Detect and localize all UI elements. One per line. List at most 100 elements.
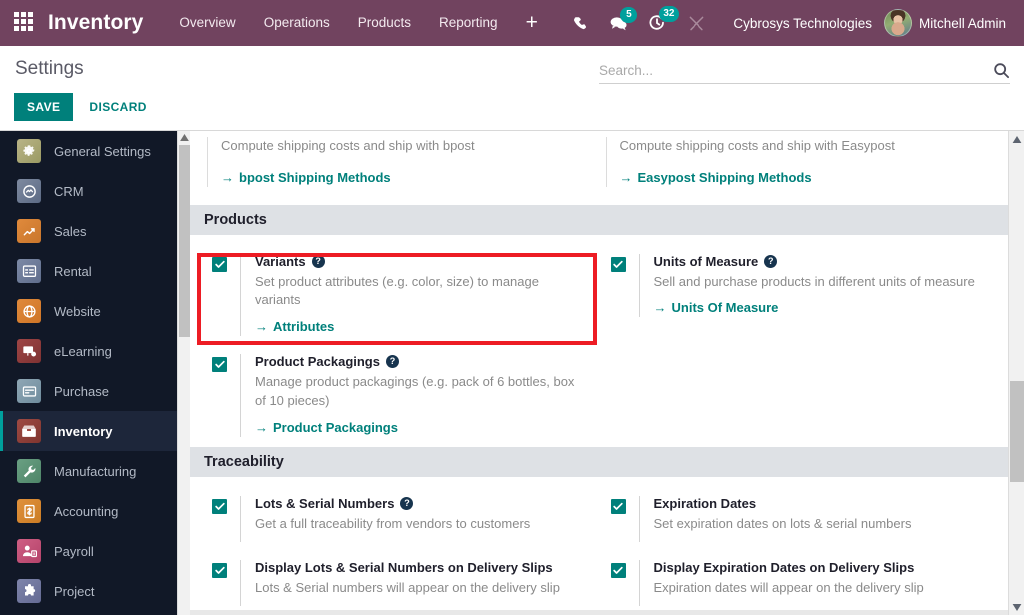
checkbox-expiration-dates[interactable]: [611, 499, 626, 514]
apps-grid-icon[interactable]: [14, 12, 36, 34]
sidebar-item-elearning[interactable]: eLearning: [0, 331, 178, 371]
setting-title-label: Variants: [255, 254, 306, 269]
nav-item-reporting[interactable]: Reporting: [425, 0, 512, 46]
settings-scrollbar[interactable]: [1008, 131, 1024, 615]
setting-link-units-of-measure[interactable]: →Units Of Measure: [654, 300, 779, 315]
setting-lots-serial-numbers: Lots & Serial Numbers? Get a full traceab…: [207, 488, 606, 552]
box-icon: [17, 419, 41, 443]
search-input[interactable]: [599, 63, 993, 78]
top-navbar: Inventory Overview Operations Products R…: [0, 0, 1024, 46]
sidebar-item-crm[interactable]: CRM: [0, 171, 178, 211]
setting-title: Product Packagings?: [255, 354, 580, 369]
setting-display-lots-serial-numbers-on-delivery-slips: Display Lots & Serial Numbers on Deliver…: [207, 552, 606, 615]
control-panel-left: Settings SAVE DISCARD: [14, 58, 599, 130]
settings-scrollbar-thumb[interactable]: [1010, 381, 1024, 482]
sidebar-item-label: Rental: [54, 264, 92, 279]
checkbox-display-expiration-dates-on-delivery-slips[interactable]: [611, 563, 626, 578]
checkbox-units-of-measure[interactable]: [611, 257, 626, 272]
arrow-right-icon: →: [255, 319, 268, 334]
debug-tools-icon[interactable]: [688, 15, 705, 32]
help-question-icon[interactable]: ?: [386, 355, 399, 368]
help-question-icon[interactable]: ?: [400, 497, 413, 510]
checkbox-lots-serial-numbers[interactable]: [212, 499, 227, 514]
settings-scroll-viewport: Compute shipping costs and ship with bpo…: [190, 131, 1008, 615]
setting-body: Expiration Dates Set expiration dates on …: [639, 496, 979, 542]
sidebar-item-label: eLearning: [54, 344, 112, 359]
sidebar-item-label: Purchase: [54, 384, 109, 399]
setting-body: Display Lots & Serial Numbers on Deliver…: [240, 560, 580, 606]
activities-badge-count: 32: [659, 6, 678, 22]
checkbox-variants[interactable]: [212, 257, 227, 272]
help-question-icon[interactable]: ?: [764, 255, 777, 268]
setting-link-attributes[interactable]: → Attributes: [255, 319, 334, 334]
gear-icon: [17, 139, 41, 163]
phone-icon[interactable]: [573, 16, 588, 31]
nav-item-products[interactable]: Products: [344, 0, 425, 46]
settings-scroll-down-arrow[interactable]: [1009, 599, 1024, 615]
sidebar-scroll-up-arrow[interactable]: [178, 131, 190, 144]
save-button[interactable]: SAVE: [14, 93, 73, 121]
puzzle-icon: [17, 579, 41, 603]
setting-link-attributes-label: Attributes: [273, 319, 334, 334]
setting-description: Get a full traceability from vendors to …: [255, 515, 580, 534]
sidebar-scrollbar[interactable]: [177, 131, 190, 615]
activities-clock-icon[interactable]: 32: [649, 15, 665, 31]
setting-link-product-packagings[interactable]: →Product Packagings: [255, 420, 398, 435]
setting-product-packagings: Product Packagings?Manage product packag…: [207, 346, 606, 447]
sidebar-item-general-settings[interactable]: General Settings: [0, 131, 178, 171]
setting-title-label: Display Expiration Dates on Delivery Sli…: [654, 560, 915, 575]
nav-add-button[interactable]: +: [512, 0, 552, 46]
setting-title-label: Product Packagings: [255, 354, 380, 369]
user-avatar: [884, 9, 912, 37]
setting-expiration-dates: Expiration Dates Set expiration dates on …: [606, 488, 1005, 552]
checkbox-product-packagings[interactable]: [212, 357, 227, 372]
search-bar: [599, 62, 1010, 84]
sidebar-item-label: Project: [54, 584, 94, 599]
messages-icon[interactable]: 5: [610, 16, 627, 31]
arrow-right-icon: →: [620, 170, 633, 185]
sidebar-item-sales[interactable]: Sales: [0, 211, 178, 251]
nav-item-overview[interactable]: Overview: [165, 0, 249, 46]
sidebar-item-purchase[interactable]: Purchase: [0, 371, 178, 411]
settings-scroll-up-arrow[interactable]: [1009, 131, 1024, 147]
sidebar-item-accounting[interactable]: Accounting: [0, 491, 178, 531]
sidebar-item-label: Payroll: [54, 544, 94, 559]
setting-body: Product Packagings?Manage product packag…: [240, 354, 580, 437]
presentation-icon: [17, 339, 41, 363]
shipping-methods-link[interactable]: →bpost Shipping Methods: [221, 170, 391, 185]
messages-badge-count: 5: [620, 7, 637, 23]
sidebar-item-payroll[interactable]: Payroll: [0, 531, 178, 571]
setting-description: Lots & Serial numbers will appear on the…: [255, 579, 580, 598]
sidebar-item-label: Manufacturing: [54, 464, 136, 479]
settings-list: Compute shipping costs and ship with bpo…: [190, 131, 1008, 615]
setting-description: Set expiration dates on lots & serial nu…: [654, 515, 979, 534]
discard-button[interactable]: DISCARD: [89, 100, 146, 114]
search-icon[interactable]: [993, 62, 1010, 79]
user-name-label: Mitchell Admin: [919, 16, 1006, 31]
setting-title: Expiration Dates: [654, 496, 979, 511]
user-menu[interactable]: Mitchell Admin: [884, 9, 1014, 37]
setting-display-expiration-dates-on-delivery-slips: Display Expiration Dates on Delivery Sli…: [606, 552, 1005, 615]
setting-title: Variants?: [255, 254, 580, 269]
help-question-icon[interactable]: ?: [312, 255, 325, 268]
sidebar-item-inventory[interactable]: Inventory: [0, 411, 178, 451]
card-icon: [17, 379, 41, 403]
horizontal-scroll-strip[interactable]: [190, 610, 1008, 615]
setting-title-label: Lots & Serial Numbers: [255, 496, 394, 511]
sidebar-item-manufacturing[interactable]: Manufacturing: [0, 451, 178, 491]
sidebar-item-website[interactable]: Website: [0, 291, 178, 331]
sidebar-item-rental[interactable]: Rental: [0, 251, 178, 291]
app-brand-inventory[interactable]: Inventory: [48, 11, 143, 35]
nav-item-operations[interactable]: Operations: [250, 0, 344, 46]
sidebar-scrollbar-thumb[interactable]: [179, 145, 190, 337]
page-title: Settings: [15, 58, 599, 80]
wrench-icon: [17, 459, 41, 483]
handshake-icon: [17, 179, 41, 203]
sidebar-item-project[interactable]: Project: [0, 571, 178, 611]
arrow-right-icon: →: [221, 170, 234, 185]
settings-sidebar: General SettingsCRMSales Rental Website eLe…: [0, 131, 190, 615]
sidebar-item-label: Accounting: [54, 504, 118, 519]
company-switcher[interactable]: Cybrosys Technologies: [721, 16, 884, 31]
checkbox-display-lots-serial-numbers-on-delivery-slips[interactable]: [212, 563, 227, 578]
shipping-methods-link[interactable]: →Easypost Shipping Methods: [620, 170, 812, 185]
